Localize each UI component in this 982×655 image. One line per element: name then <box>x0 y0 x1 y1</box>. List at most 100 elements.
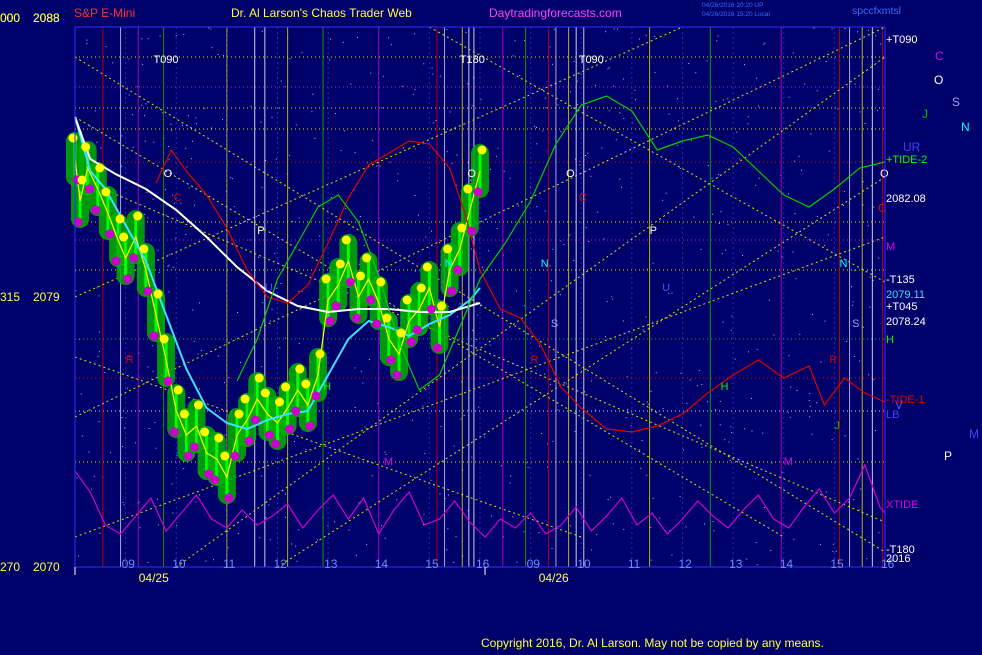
star <box>170 123 172 125</box>
star <box>622 320 624 322</box>
star <box>275 158 277 160</box>
star <box>145 103 147 105</box>
star <box>777 250 779 252</box>
star <box>311 111 313 113</box>
high-dot <box>416 283 426 293</box>
star <box>354 407 356 408</box>
star <box>222 119 223 121</box>
star <box>788 193 789 195</box>
star <box>285 337 287 339</box>
star <box>799 333 801 335</box>
star <box>527 467 529 468</box>
star <box>368 359 370 360</box>
y-tick-a: 315 <box>0 290 20 304</box>
star <box>679 167 681 169</box>
star <box>866 558 868 560</box>
star <box>261 186 263 188</box>
star <box>809 416 811 418</box>
star <box>110 452 111 454</box>
star <box>157 524 159 526</box>
high-dot <box>356 271 365 281</box>
high-dot <box>422 262 432 272</box>
star <box>825 61 827 62</box>
star <box>265 517 267 519</box>
star <box>94 110 96 112</box>
star <box>813 27 815 29</box>
star <box>93 475 95 477</box>
star <box>229 177 231 179</box>
star <box>167 265 169 267</box>
x-tick-label: 12 <box>274 557 288 571</box>
star <box>683 449 684 451</box>
star <box>164 189 166 191</box>
outside-label: N <box>961 120 970 134</box>
x-tick-label: 13 <box>729 557 743 571</box>
star <box>627 408 629 410</box>
low-dot <box>473 187 483 197</box>
star <box>289 58 291 60</box>
plot-label: N <box>839 258 847 270</box>
low-dot <box>331 301 341 311</box>
star <box>269 320 271 322</box>
low-dot <box>285 424 295 434</box>
star <box>591 549 593 551</box>
star <box>607 68 609 70</box>
star <box>665 192 667 194</box>
star <box>372 140 374 142</box>
star <box>98 295 100 297</box>
star <box>481 266 483 268</box>
star <box>463 415 465 416</box>
star <box>105 46 107 48</box>
star <box>358 263 360 265</box>
star <box>788 355 790 357</box>
site-link-text[interactable]: Daytradingforecasts.com <box>489 6 622 20</box>
star <box>690 139 692 141</box>
star <box>298 217 300 219</box>
star <box>158 271 160 273</box>
star <box>271 308 273 310</box>
high-dot <box>173 385 183 395</box>
star <box>147 38 149 40</box>
star <box>831 28 833 30</box>
star <box>827 234 829 236</box>
star <box>176 455 178 457</box>
high-dot <box>153 289 163 299</box>
star <box>381 107 383 109</box>
star <box>809 393 811 395</box>
star <box>330 196 332 198</box>
plot-label: R <box>126 354 134 366</box>
star <box>500 465 502 467</box>
star <box>860 488 862 490</box>
star <box>773 334 775 336</box>
low-dot <box>366 295 376 305</box>
site-link[interactable]: Daytradingforecasts.com <box>489 6 622 20</box>
star <box>467 83 469 85</box>
star <box>294 441 295 442</box>
high-dot <box>402 295 412 305</box>
star <box>676 144 678 146</box>
star <box>852 304 854 306</box>
star <box>329 59 330 61</box>
star <box>523 531 525 533</box>
x-tick-label: 10 <box>577 557 591 571</box>
star <box>811 433 813 435</box>
low-dot <box>386 355 396 365</box>
outside-label: V <box>895 398 903 412</box>
star <box>435 120 437 121</box>
star <box>495 155 497 157</box>
star <box>605 336 606 338</box>
star <box>81 435 83 437</box>
star <box>812 313 813 315</box>
star <box>768 299 770 301</box>
star <box>295 545 297 547</box>
star <box>86 39 88 41</box>
star <box>516 561 518 563</box>
star <box>250 105 252 107</box>
star <box>494 128 496 129</box>
low-dot <box>224 493 234 503</box>
star <box>868 29 869 31</box>
star <box>731 432 733 434</box>
star <box>676 98 678 100</box>
low-dot <box>291 406 301 416</box>
star <box>623 78 625 80</box>
